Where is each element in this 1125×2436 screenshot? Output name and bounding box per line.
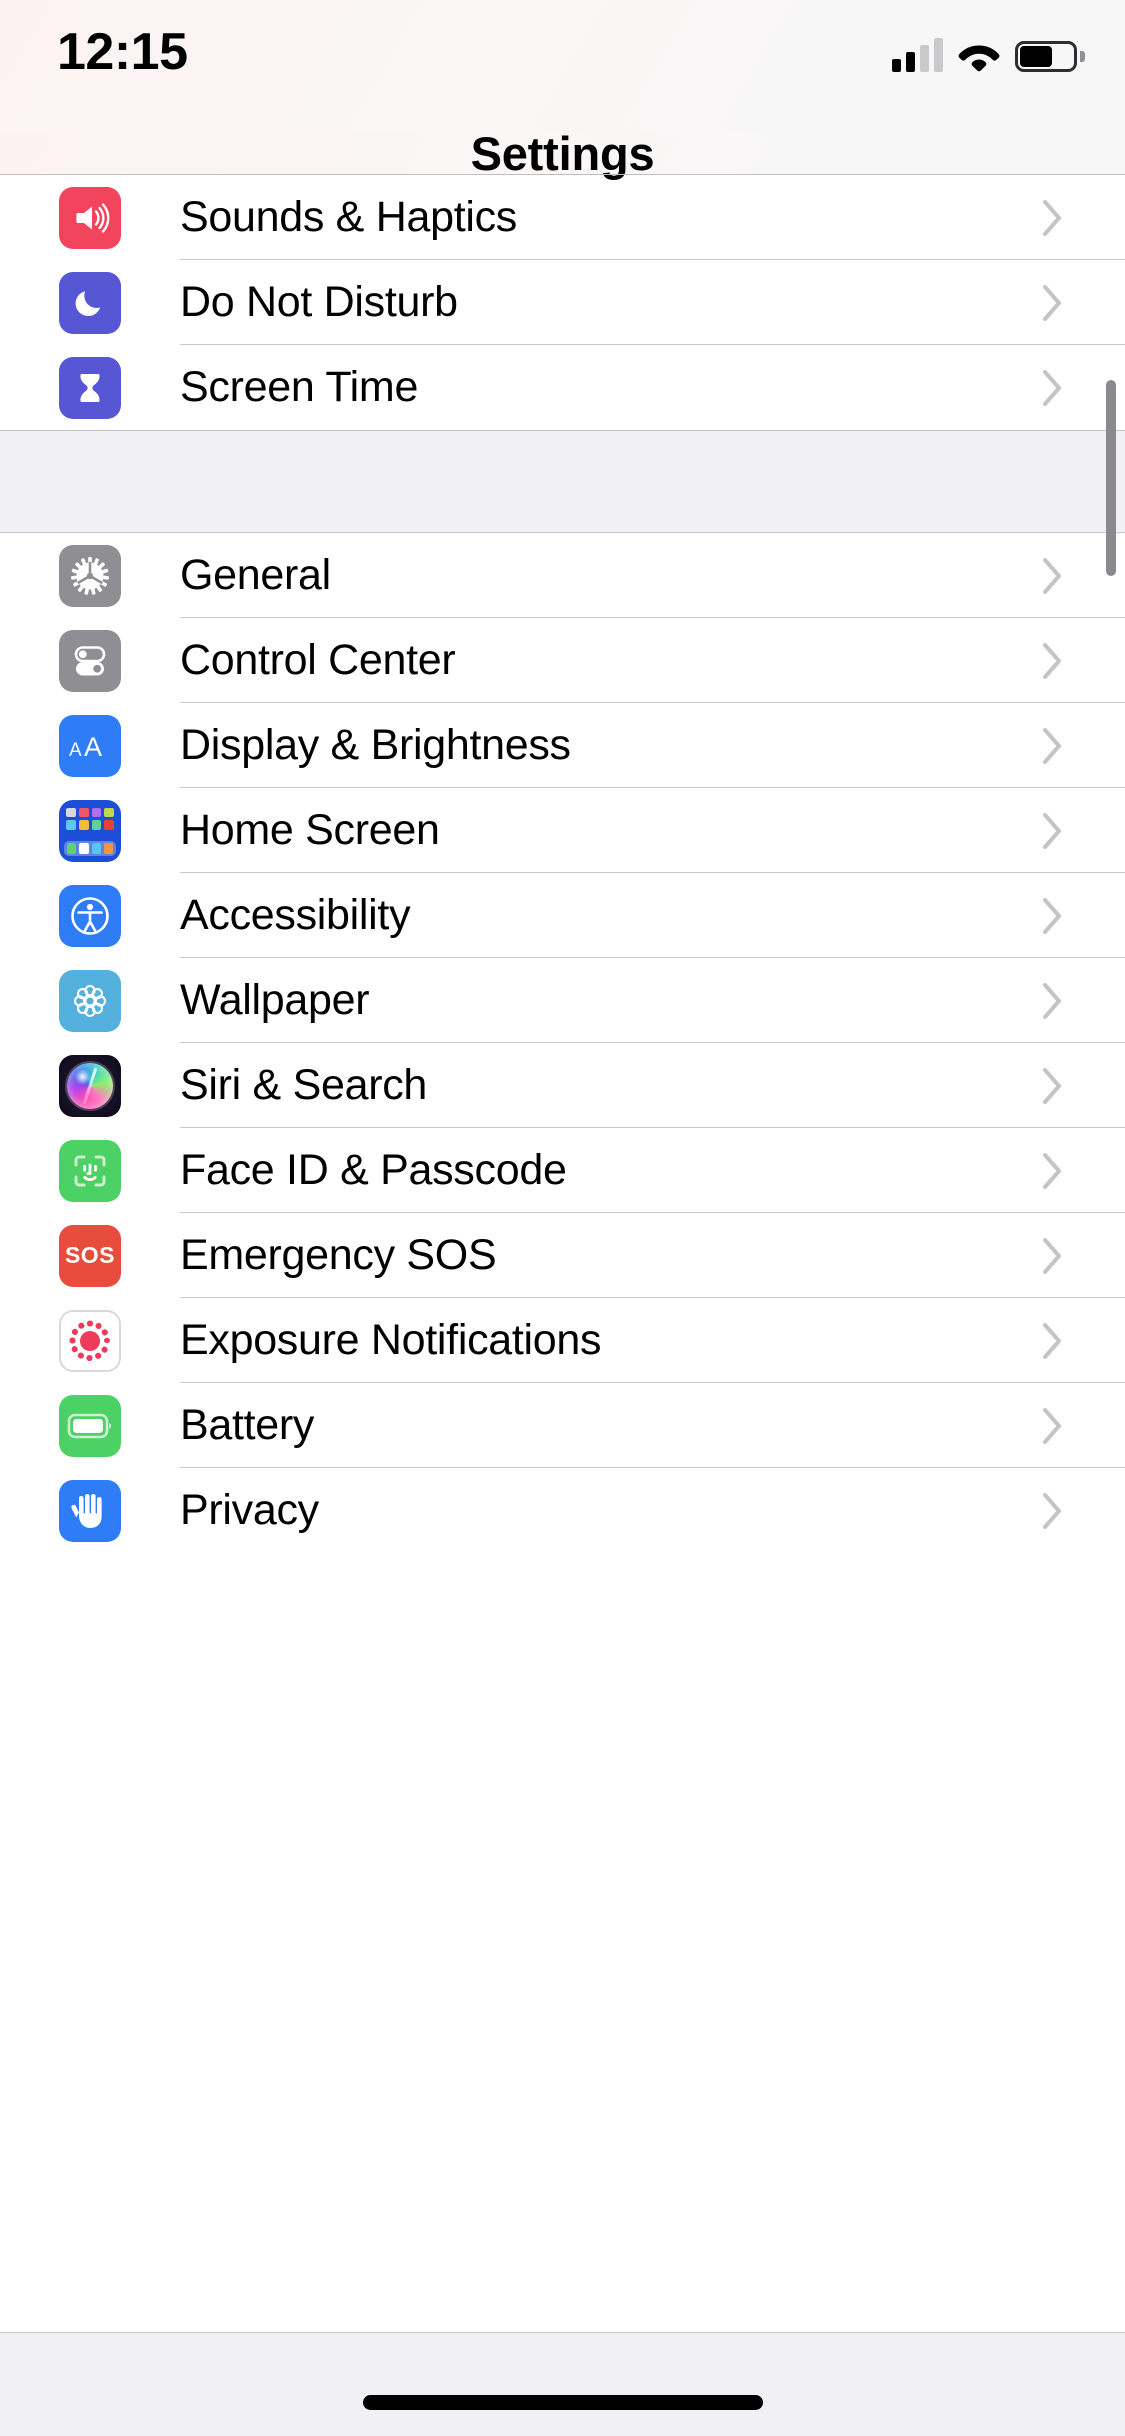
chevron-right-icon [1043, 1322, 1063, 1359]
settings-row-home-screen[interactable]: Home Screen [0, 788, 1125, 873]
status-bar-indicators [892, 28, 1085, 72]
settings-row-label: Do Not Disturb [180, 278, 458, 326]
settings-row-label: Exposure Notifications [180, 1316, 602, 1364]
navigation-bar-divider [0, 174, 1125, 175]
siri-orb-icon [59, 1054, 121, 1117]
chevron-right-icon [1043, 557, 1063, 594]
settings-row-accessibility[interactable]: Accessibility [0, 873, 1125, 958]
cellular-signal-icon [892, 38, 943, 72]
settings-row-label: Siri & Search [180, 1061, 428, 1109]
status-bar: 12:15 [0, 0, 1125, 132]
settings-row-label: Privacy [180, 1486, 319, 1534]
face-id-icon [59, 1139, 121, 1202]
settings-row-label: Battery [180, 1401, 315, 1449]
icon-container [0, 1479, 180, 1542]
settings-row-label: Face ID & Passcode [180, 1146, 567, 1194]
page-title: Settings [470, 127, 655, 180]
icon-container [0, 629, 180, 692]
settings-row-label: Sounds & Haptics [180, 193, 517, 241]
icon-container: A A [0, 714, 180, 777]
aa-text-size-icon: A A [59, 714, 121, 777]
settings-row-label: Home Screen [180, 806, 440, 854]
icon-container [0, 271, 180, 334]
hourglass-icon [59, 356, 121, 419]
icon-container: SOS [0, 1224, 180, 1287]
icon-container [0, 544, 180, 607]
settings-row-exposure-notifications[interactable]: Exposure Notifications [0, 1298, 1125, 1383]
icon-container [0, 1139, 180, 1202]
sos-icon: SOS [59, 1224, 121, 1287]
settings-row-sounds-haptics[interactable]: Sounds & Haptics [0, 175, 1125, 260]
settings-row-do-not-disturb[interactable]: Do Not Disturb [0, 260, 1125, 345]
settings-row-screen-time[interactable]: Screen Time [0, 345, 1125, 430]
settings-row-display-brightness[interactable]: A A Display & Brightness [0, 703, 1125, 788]
chevron-right-icon [1043, 812, 1063, 849]
speaker-waves-icon [59, 186, 121, 249]
icon-container [0, 1394, 180, 1457]
chevron-right-icon [1043, 897, 1063, 934]
flower-icon [59, 969, 121, 1032]
chevron-right-icon [1043, 1492, 1063, 1529]
chevron-right-icon [1043, 284, 1063, 321]
settings-row-label: Wallpaper [180, 976, 370, 1024]
settings-group-1: Sounds & Haptics Do Not Disturb Screen T… [0, 175, 1125, 430]
svg-text:A: A [84, 732, 102, 762]
battery-icon [59, 1394, 121, 1457]
moon-icon [59, 271, 121, 334]
hand-raised-icon [59, 1479, 121, 1542]
icon-container [0, 799, 180, 862]
chevron-right-icon [1043, 982, 1063, 1019]
svg-text:A: A [69, 740, 82, 761]
settings-row-privacy[interactable]: Privacy [0, 1468, 1125, 1553]
settings-row-general[interactable]: General [0, 533, 1125, 618]
icon-container [0, 1054, 180, 1117]
icon-container [0, 969, 180, 1032]
exposure-dots-icon [59, 1309, 121, 1372]
settings-group-2: General Control Center A A Display & Bri… [0, 533, 1125, 1553]
settings-screen: 12:15 Settings Sounds & Haptics Do Not D… [0, 0, 1125, 2436]
settings-row-label: Display & Brightness [180, 721, 571, 769]
home-indicator[interactable] [362, 2395, 763, 2410]
wifi-icon [957, 38, 1001, 72]
app-grid-icon [59, 799, 121, 862]
chevron-right-icon [1043, 1407, 1063, 1444]
chevron-right-icon [1043, 199, 1063, 236]
settings-row-face-id-passcode[interactable]: Face ID & Passcode [0, 1128, 1125, 1213]
navigation-bar: Settings [0, 127, 1125, 180]
icon-container [0, 356, 180, 419]
settings-list: Sounds & Haptics Do Not Disturb Screen T… [0, 175, 1125, 1553]
chevron-right-icon [1043, 1152, 1063, 1189]
settings-row-label: Screen Time [180, 363, 419, 411]
status-bar-time: 12:15 [57, 23, 188, 81]
icon-container [0, 884, 180, 947]
settings-row-emergency-sos[interactable]: SOS Emergency SOS [0, 1213, 1125, 1298]
settings-row-label: Control Center [180, 636, 456, 684]
chevron-right-icon [1043, 1067, 1063, 1104]
settings-row-label: General [180, 551, 331, 599]
chevron-right-icon [1043, 369, 1063, 406]
gear-icon [59, 544, 121, 607]
icon-container [0, 1309, 180, 1372]
chevron-right-icon [1043, 727, 1063, 764]
scroll-indicator[interactable] [1106, 380, 1116, 576]
settings-row-wallpaper[interactable]: Wallpaper [0, 958, 1125, 1043]
settings-row-battery[interactable]: Battery [0, 1383, 1125, 1468]
bottom-safe-area [0, 2332, 1125, 2436]
chevron-right-icon [1043, 642, 1063, 679]
group-spacer [0, 430, 1125, 533]
battery-icon [1015, 41, 1085, 72]
toggles-icon [59, 629, 121, 692]
icon-container [0, 186, 180, 249]
accessibility-icon [59, 884, 121, 947]
chevron-right-icon [1043, 1237, 1063, 1274]
settings-row-siri-search[interactable]: Siri & Search [0, 1043, 1125, 1128]
settings-row-label: Emergency SOS [180, 1231, 497, 1279]
sos-icon-text: SOS [64, 1242, 116, 1268]
settings-row-label: Accessibility [180, 891, 411, 939]
settings-row-control-center[interactable]: Control Center [0, 618, 1125, 703]
